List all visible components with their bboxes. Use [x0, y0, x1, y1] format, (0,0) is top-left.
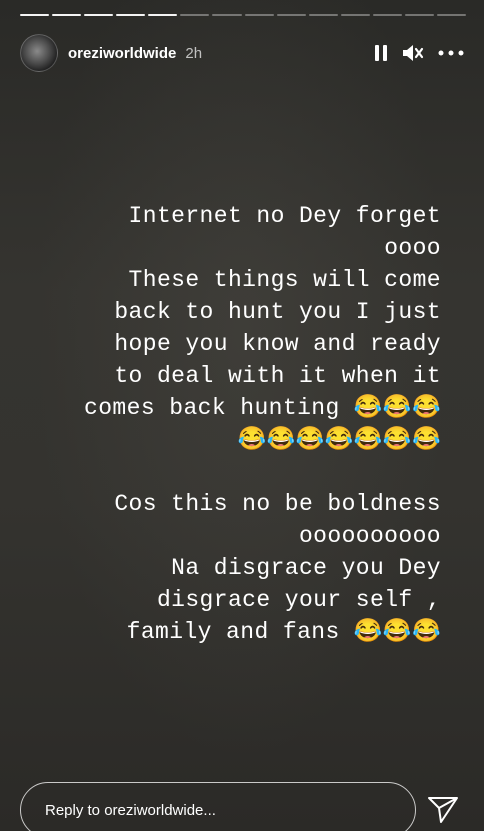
progress-segment [404, 14, 435, 16]
progress-segment [180, 14, 210, 16]
progress-segment [372, 14, 402, 16]
progress-segment [84, 14, 114, 16]
progress-segment [148, 14, 178, 16]
story-viewer[interactable]: oreziworldwide 2h Internet no Dey forget… [0, 0, 484, 831]
progress-segment [212, 14, 242, 16]
story-header: oreziworldwide 2h [20, 33, 464, 73]
pause-icon[interactable] [374, 44, 388, 62]
reply-input[interactable] [20, 782, 416, 831]
progress-segment [20, 14, 50, 16]
progress-segment [244, 14, 274, 16]
send-icon[interactable] [426, 795, 460, 825]
mute-icon[interactable] [402, 44, 424, 62]
reply-bar [20, 782, 464, 831]
story-progress-bar [20, 14, 467, 16]
story-paragraph: Cos this no be boldness oooooooooo Na di… [114, 491, 441, 645]
story-paragraph: Internet no Dey forget oooo These things… [84, 203, 441, 453]
progress-segment [276, 14, 306, 16]
progress-segment [52, 14, 82, 16]
story-text-overlay: Internet no Dey forget oooo These things… [20, 200, 441, 648]
progress-segment [340, 14, 370, 16]
progress-segment [308, 14, 338, 16]
progress-segment [116, 14, 146, 16]
more-options-icon[interactable] [438, 50, 464, 56]
progress-segment [437, 14, 467, 16]
username[interactable]: oreziworldwide [68, 45, 176, 62]
avatar[interactable] [20, 34, 58, 72]
story-timestamp: 2h [185, 44, 203, 62]
story-controls [374, 44, 464, 62]
